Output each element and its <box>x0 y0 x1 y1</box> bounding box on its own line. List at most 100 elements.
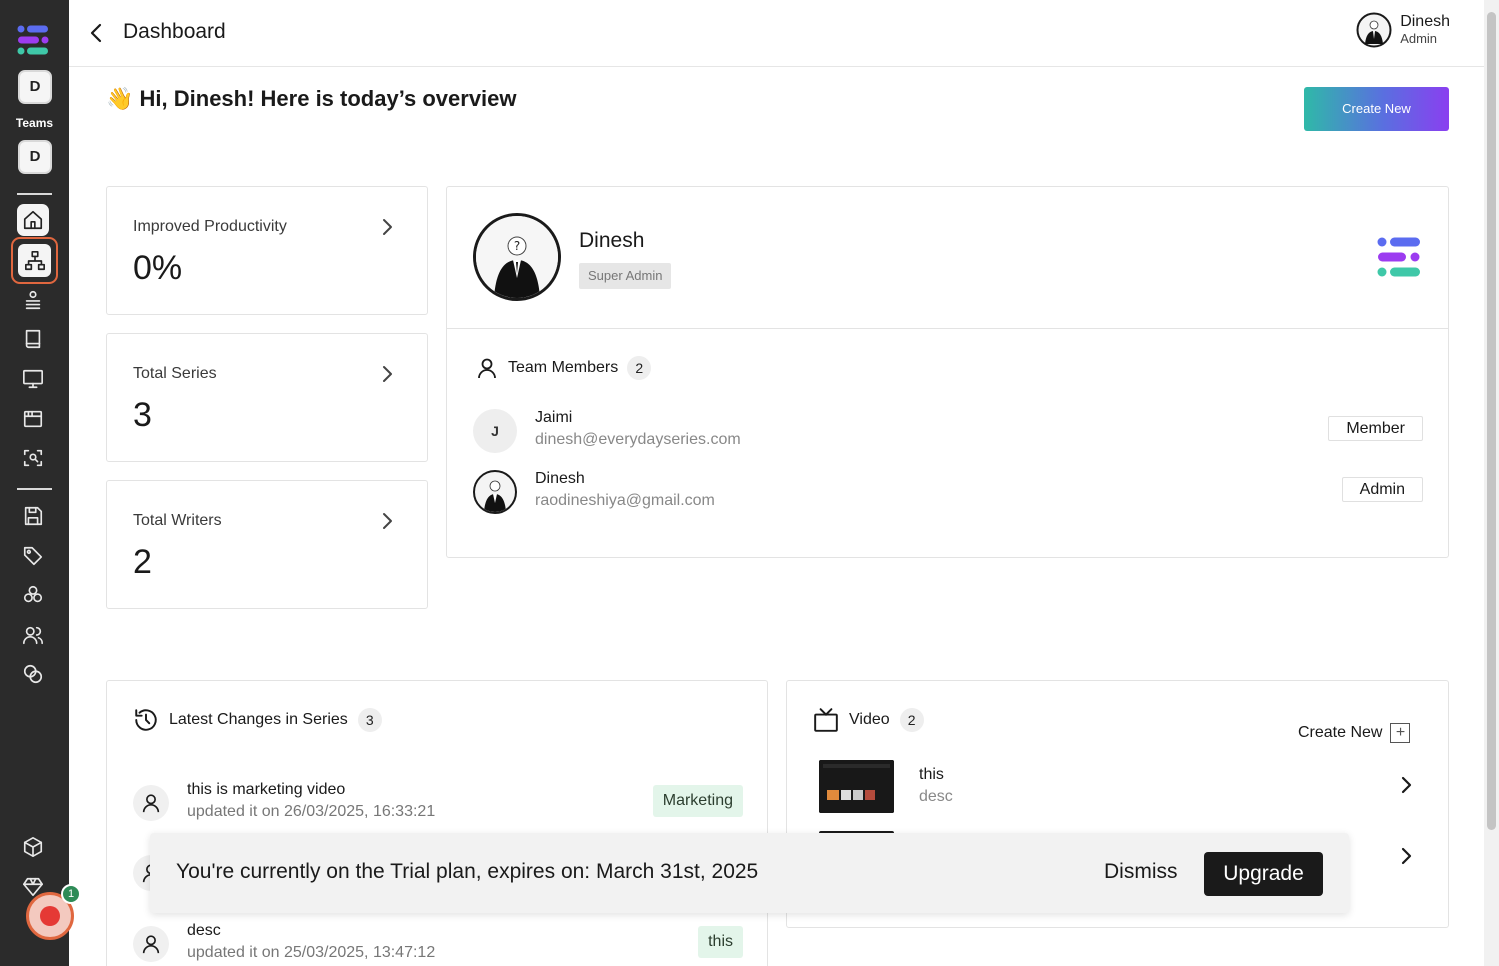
sidebar-item-coins[interactable] <box>17 658 49 690</box>
series-change-item[interactable]: desc updated it on 25/03/2025, 13:47:12 … <box>133 922 743 966</box>
record-count-badge: 1 <box>61 884 81 904</box>
chevron-right-icon <box>383 219 392 235</box>
stat-card-productivity[interactable]: Improved Productivity 0% <box>106 186 428 315</box>
stack-icon <box>25 290 41 310</box>
svg-text:?: ? <box>514 239 520 253</box>
latest-changes-panel: Latest Changes in Series 3 this is marke… <box>106 680 768 966</box>
header-user-menu[interactable]: Dinesh Admin <box>1356 12 1450 48</box>
package-icon <box>23 837 43 857</box>
cluster-icon <box>23 585 43 603</box>
sidebar-item-package[interactable] <box>17 831 49 863</box>
brand-logo-icon <box>1377 237 1420 277</box>
greeting-text: Hi, Dinesh! Here is today’s overview <box>139 86 517 111</box>
stat-card-total-series[interactable]: Total Series 3 <box>106 333 428 462</box>
upgrade-button[interactable]: Upgrade <box>1204 852 1323 896</box>
home-icon <box>23 210 43 230</box>
stat-value: 3 <box>133 396 152 434</box>
latest-changes-count: 3 <box>357 708 382 732</box>
sidebar-item-scan[interactable] <box>17 442 49 474</box>
create-new-button[interactable]: Create New <box>1304 87 1449 131</box>
member-email: dinesh@everydayseries.com <box>535 431 741 448</box>
sidebar-item-saved[interactable] <box>17 500 49 532</box>
video-header: Video 2 <box>813 707 924 733</box>
app-root: D Teams D 1 Dashboard Dinesh Admin 👋 Hi,… <box>0 0 1499 966</box>
stat-card-total-writers[interactable]: Total Writers 2 <box>106 480 428 609</box>
series-updated-date: updated it on 25/03/2025, 13:47:12 <box>187 944 436 961</box>
member-name: Jaimi <box>535 409 573 426</box>
sidebar-item-library[interactable] <box>17 323 49 355</box>
team-members-title: Team Members <box>508 359 619 376</box>
stat-label: Improved Productivity <box>133 218 287 235</box>
header-user-role: Admin <box>1400 31 1438 46</box>
stat-value: 0% <box>133 249 183 287</box>
sidebar-item-monitor[interactable] <box>17 363 49 395</box>
sidebar-item-browser[interactable] <box>17 403 49 435</box>
member-email: raodineshiya@gmail.com <box>535 492 715 509</box>
chevron-left-icon <box>90 23 102 43</box>
team-members-count: 2 <box>627 356 652 380</box>
tag-icon <box>23 546 43 566</box>
sidebar-item-cluster[interactable] <box>17 579 49 611</box>
plus-icon: + <box>1390 723 1411 743</box>
sidebar-item-users[interactable] <box>17 619 49 651</box>
book-icon <box>25 329 41 349</box>
team-chip-primary[interactable]: D <box>18 70 52 104</box>
chevron-right-icon <box>1401 847 1412 865</box>
tv-icon <box>814 708 838 732</box>
page-scrollbar[interactable] <box>1484 0 1499 966</box>
team-member-row[interactable]: Dinesh raodineshiya@gmail.com Admin <box>473 470 1423 516</box>
sidebar-divider <box>17 193 52 195</box>
member-avatar <box>473 470 517 514</box>
series-change-item[interactable]: this is marketing video updated it on 26… <box>133 781 743 827</box>
sidebar-item-home[interactable] <box>17 204 49 236</box>
coins-icon <box>23 664 43 684</box>
user-icon <box>478 358 496 379</box>
app-logo-icon[interactable] <box>17 25 49 55</box>
latest-changes-title: Latest Changes in Series <box>169 711 348 728</box>
video-count: 2 <box>899 708 924 732</box>
series-updated-date: updated it on 26/03/2025, 16:33:21 <box>187 803 436 820</box>
history-icon <box>135 709 157 731</box>
latest-changes-header: Latest Changes in Series 3 <box>133 707 382 733</box>
teams-label: Teams <box>15 116 54 130</box>
user-icon <box>133 926 169 962</box>
series-tag: this <box>698 926 743 958</box>
save-icon <box>24 506 43 526</box>
sidebar-item-stack[interactable] <box>17 284 49 316</box>
profile-card: ? Dinesh Super Admin Team Members 2 J Ja… <box>446 186 1449 558</box>
chevron-right-icon <box>383 513 392 529</box>
video-item-title: this <box>919 766 944 783</box>
member-avatar: J <box>473 409 517 453</box>
scrollbar-thumb[interactable] <box>1487 12 1496 830</box>
back-button[interactable] <box>83 20 109 46</box>
team-member-row[interactable]: J Jaimi dinesh@everydayseries.com Member <box>473 409 1423 455</box>
trial-banner: You're currently on the Trial plan, expi… <box>150 833 1349 913</box>
browser-window-icon <box>23 410 43 428</box>
sidebar: D Teams D 1 <box>0 0 81 966</box>
page-title: Dashboard <box>123 20 226 43</box>
greeting-heading: 👋 Hi, Dinesh! Here is today’s overview <box>106 86 517 112</box>
trial-banner-text: You're currently on the Trial plan, expi… <box>176 860 759 883</box>
video-item[interactable]: this desc <box>819 760 1417 816</box>
video-create-new-button[interactable]: Create New + <box>1298 723 1411 743</box>
wave-emoji: 👋 <box>106 86 134 111</box>
sidebar-divider-2 <box>17 488 52 490</box>
video-item-desc: desc <box>919 788 953 805</box>
chevron-right-icon <box>383 366 392 382</box>
video-create-new-label: Create New <box>1298 724 1383 741</box>
sidebar-item-organization[interactable] <box>11 237 58 284</box>
header-user-text: Dinesh Admin <box>1400 13 1450 47</box>
stat-label: Total Series <box>133 365 217 382</box>
member-role-badge: Admin <box>1341 477 1423 502</box>
record-dot-icon <box>40 906 60 926</box>
member-role-badge: Member <box>1328 416 1423 441</box>
dismiss-button[interactable]: Dismiss <box>1104 860 1178 884</box>
stat-label: Total Writers <box>133 512 222 529</box>
series-tag: Marketing <box>652 785 743 817</box>
top-header: Dashboard Dinesh Admin <box>69 0 1484 67</box>
team-chip-secondary[interactable]: D <box>18 140 52 174</box>
series-title: this is marketing video <box>187 781 346 798</box>
profile-avatar: ? <box>473 213 561 301</box>
monitor-icon <box>23 369 43 389</box>
sidebar-item-tags[interactable] <box>17 540 49 572</box>
